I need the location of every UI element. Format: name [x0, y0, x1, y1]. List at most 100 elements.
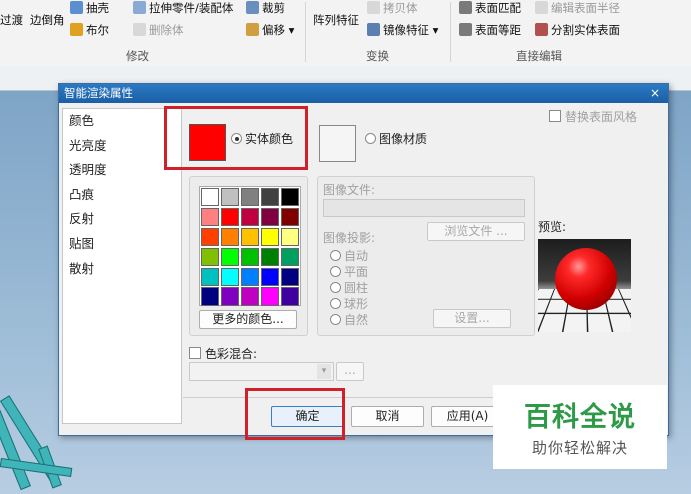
color-swatch[interactable] [280, 188, 299, 207]
color-blend-browse-button[interactable]: ... [336, 362, 364, 381]
color-swatch[interactable] [220, 227, 240, 247]
color-swatch[interactable] [260, 287, 280, 306]
checkbox-icon [189, 347, 201, 359]
projection-auto-radio[interactable]: 自动 [330, 247, 368, 264]
mirror-feature-button[interactable]: 镜像特征 ▾ [367, 22, 438, 38]
radio-icon [330, 266, 341, 277]
image-file-input[interactable] [323, 199, 525, 217]
trim-button[interactable]: 裁剪 [246, 0, 285, 16]
image-material-swatch[interactable] [319, 125, 356, 162]
projection-sphere-radio[interactable]: 球形 [330, 295, 368, 312]
group-label-transform: 变换 [366, 49, 389, 63]
radio-icon [330, 282, 341, 293]
group-label-modify: 修改 [126, 49, 149, 63]
image-group: 图像文件: 浏览文件 ... 图像投影: 自动 平面 圆柱 球形 自然 设置..… [317, 176, 535, 336]
color-swatch[interactable] [280, 227, 299, 247]
color-swatch[interactable] [240, 287, 260, 306]
color-swatch[interactable] [280, 247, 299, 267]
color-swatch[interactable] [240, 207, 260, 227]
offset-button[interactable]: 偏移 ▾ [246, 22, 294, 38]
image-material-radio[interactable]: 图像材质 [365, 130, 427, 147]
copy-body-button[interactable]: 拷贝体 [367, 0, 418, 16]
color-swatch[interactable] [260, 188, 280, 207]
color-swatch[interactable] [201, 188, 220, 207]
highlight-ok-button [245, 388, 345, 440]
projection-natural-radio[interactable]: 自然 [330, 311, 368, 328]
surface-offset-button[interactable]: 表面等距 [459, 22, 521, 38]
delete-body-icon [133, 23, 146, 36]
surface-match-button[interactable]: 表面匹配 [459, 0, 521, 16]
radio-icon [365, 133, 376, 144]
color-swatch[interactable] [280, 267, 299, 286]
color-swatch[interactable] [280, 207, 299, 227]
shell-icon [70, 1, 83, 14]
color-swatch[interactable] [220, 188, 240, 207]
blend-button[interactable]: 过渡 [0, 12, 23, 28]
browse-file-button[interactable]: 浏览文件 ... [427, 222, 525, 241]
shell-button[interactable]: 抽壳 [70, 0, 109, 16]
more-colors-button[interactable]: 更多的颜色... [199, 310, 297, 329]
surface-offset-icon [459, 23, 472, 36]
boolean-button[interactable]: 布尔 [70, 22, 109, 38]
color-blend-checkbox[interactable]: 色彩混合: [189, 345, 257, 362]
settings-button[interactable]: 设置... [433, 309, 511, 328]
nav-item-bump[interactable]: 凸痕 [63, 183, 181, 208]
color-swatch[interactable] [240, 188, 260, 207]
color-swatch[interactable] [260, 267, 280, 286]
dialog-titlebar[interactable]: 智能渲染属性 × [59, 84, 668, 103]
watermark: 百科全说 助你轻松解决 [493, 385, 667, 469]
highlight-solid-color [164, 106, 308, 170]
color-swatch[interactable] [220, 267, 240, 286]
color-swatch[interactable] [240, 247, 260, 267]
nav-item-scatter[interactable]: 散射 [63, 257, 181, 282]
color-palette [199, 186, 301, 306]
color-swatch[interactable] [201, 287, 220, 306]
color-blend-select[interactable]: ▾ [189, 362, 334, 381]
close-icon[interactable]: × [650, 84, 660, 103]
color-swatch[interactable] [220, 247, 240, 267]
model-beam [0, 458, 73, 477]
color-swatch[interactable] [240, 227, 260, 247]
replace-style-checkbox[interactable]: 替换表面风格 [548, 108, 637, 125]
chevron-down-icon: ▾ [317, 364, 331, 379]
group-label-direct-edit: 直接编辑 [516, 49, 562, 63]
color-swatch[interactable] [260, 247, 280, 267]
delete-body-button[interactable]: 删除体 [133, 22, 184, 38]
nav-item-reflection[interactable]: 反射 [63, 207, 181, 232]
projection-plane-radio[interactable]: 平面 [330, 263, 368, 280]
color-swatch[interactable] [260, 207, 280, 227]
color-swatch[interactable] [201, 247, 220, 267]
preview-label: 预览: [538, 220, 567, 234]
preview-sphere [555, 248, 617, 310]
color-swatch[interactable] [240, 267, 260, 286]
mirror-feature-icon [367, 23, 380, 36]
chamfer-button[interactable]: 边倒角 [30, 12, 65, 28]
projection-cylinder-radio[interactable]: 圆柱 [330, 279, 368, 296]
nav-item-texture[interactable]: 贴图 [63, 232, 181, 257]
watermark-title: 百科全说 [524, 402, 636, 433]
color-swatch[interactable] [220, 207, 240, 227]
radio-icon [330, 298, 341, 309]
checkbox-icon [548, 110, 561, 122]
palette-group: 更多的颜色... [189, 176, 308, 336]
ribbon-toolbar: 过渡 边倒角 抽壳 布尔 拉伸零件/装配体 删除体 裁剪 偏移 ▾ 阵列特征 拷… [0, 0, 691, 67]
edit-radius-button[interactable]: 编辑表面半径 [535, 0, 620, 16]
ribbon-separator [305, 2, 306, 62]
color-swatch[interactable] [201, 207, 220, 227]
boolean-icon [70, 23, 83, 36]
offset-icon [246, 23, 259, 36]
pattern-feature-button[interactable]: 阵列特征 [313, 12, 359, 28]
color-swatch[interactable] [201, 267, 220, 286]
color-swatch[interactable] [201, 227, 220, 247]
split-face-button[interactable]: 分割实体表面 [535, 22, 620, 38]
cancel-button[interactable]: 取消 [351, 406, 424, 427]
render-preview [538, 239, 631, 332]
radio-icon [330, 250, 341, 261]
radio-icon [330, 314, 341, 325]
color-swatch[interactable] [220, 287, 240, 306]
extrude-part-icon [133, 1, 146, 14]
extrude-part-button[interactable]: 拉伸零件/装配体 [133, 0, 233, 16]
color-swatch[interactable] [280, 287, 299, 306]
color-swatch[interactable] [260, 227, 280, 247]
image-file-label: 图像文件: [323, 183, 376, 197]
